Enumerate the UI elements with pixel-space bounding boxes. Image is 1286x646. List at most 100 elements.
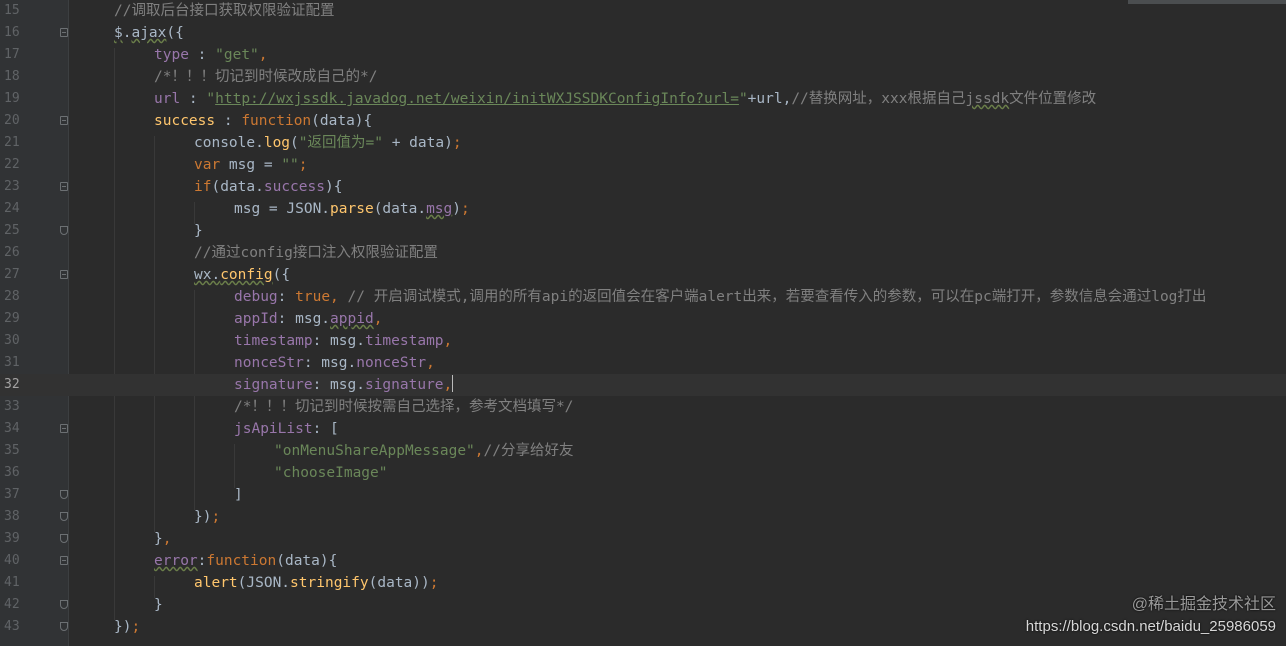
- code-line[interactable]: 20 success : function(data){: [0, 110, 1286, 132]
- function-name: log: [263, 135, 291, 151]
- line-number: 33: [4, 399, 20, 414]
- code-line[interactable]: 37 ]: [0, 484, 1286, 506]
- property: success: [263, 179, 325, 195]
- punct: (: [290, 135, 299, 151]
- code-line[interactable]: 17 type : "get",: [0, 44, 1286, 66]
- keyword: function: [206, 553, 277, 569]
- function-name: alert: [194, 575, 238, 591]
- punct: ,: [443, 333, 453, 349]
- code-line[interactable]: 25 }: [0, 220, 1286, 242]
- code-line[interactable]: 28 debug: true, // 开启调试模式,调用的所有api的返回值会在…: [0, 286, 1286, 308]
- line-number: 31: [4, 355, 20, 370]
- code-line[interactable]: 18 /*！！！切记到时候改成自己的*/: [0, 66, 1286, 88]
- code-line[interactable]: 24 msg = JSON.parse(data.msg);: [0, 198, 1286, 220]
- property: type: [154, 47, 189, 63]
- code-line[interactable]: 30 timestamp: msg.timestamp,: [0, 330, 1286, 352]
- code-line[interactable]: 33 /*！！！切记到时候按需自己选择，参考文档填写*/: [0, 396, 1286, 418]
- code-text: (data)): [368, 575, 430, 591]
- punct: ;: [131, 619, 141, 635]
- fold-end-icon[interactable]: [60, 622, 68, 631]
- fold-end-icon[interactable]: [60, 226, 68, 235]
- identifier: wx.: [194, 267, 221, 283]
- line-number: 18: [4, 69, 20, 84]
- code-line[interactable]: 22 var msg = "";: [0, 154, 1286, 176]
- punct: :: [277, 289, 296, 305]
- keyword: function: [241, 113, 312, 129]
- url-link[interactable]: http://wxjssdk.javadog.net/weixin/initWX…: [215, 91, 739, 107]
- line-number: 39: [4, 531, 20, 546]
- string: "返回值为=": [298, 135, 383, 151]
- watermark-brand: @稀土掘金技术社区: [1131, 596, 1276, 613]
- code-line[interactable]: 31 nonceStr: msg.nonceStr,: [0, 352, 1286, 374]
- function-name: config: [220, 267, 273, 283]
- code-editor[interactable]: 15 //调取后台接口获取权限验证配置 16 $.ajax({ 17 type …: [0, 0, 1286, 646]
- fold-collapse-icon[interactable]: [60, 556, 68, 565]
- punct: ]: [234, 487, 243, 503]
- line-number: 34: [4, 421, 20, 436]
- code-line[interactable]: 16 $.ajax({: [0, 22, 1286, 44]
- property: jsApiList: [234, 421, 313, 437]
- property: nonceStr: [234, 355, 304, 371]
- code-text: (data.: [373, 201, 427, 217]
- code-line[interactable]: 34 jsApiList: [: [0, 418, 1286, 440]
- code-line[interactable]: 29 appId: msg.appid,: [0, 308, 1286, 330]
- string: "get": [215, 47, 259, 63]
- line-number: 42: [4, 597, 20, 612]
- line-number: 30: [4, 333, 20, 348]
- fold-collapse-icon[interactable]: [60, 116, 68, 125]
- punct: ,: [330, 289, 348, 305]
- code-line[interactable]: 36 "chooseImage": [0, 462, 1286, 484]
- property: debug: [234, 289, 278, 305]
- function-name: ajax: [131, 25, 167, 41]
- string: "": [281, 157, 299, 173]
- code-text: (data){: [276, 553, 338, 569]
- comment: //替换网址，xxx根据自己: [791, 91, 966, 107]
- property: error: [154, 553, 198, 569]
- line-number: 21: [4, 135, 20, 150]
- punct: }: [154, 531, 163, 547]
- string: ": [206, 91, 216, 107]
- fold-collapse-icon[interactable]: [60, 424, 68, 433]
- identifier: $: [114, 25, 123, 41]
- fold-collapse-icon[interactable]: [60, 270, 68, 279]
- fold-collapse-icon[interactable]: [60, 28, 68, 37]
- line-number: 16: [4, 25, 20, 40]
- line-number: 36: [4, 465, 20, 480]
- fold-end-icon[interactable]: [60, 534, 68, 543]
- code-line[interactable]: 39 },: [0, 528, 1286, 550]
- function-name: stringify: [290, 575, 369, 591]
- fold-collapse-icon[interactable]: [60, 182, 68, 191]
- code-text: + data): [382, 135, 453, 151]
- property: timestamp: [234, 333, 313, 349]
- fold-end-icon[interactable]: [60, 490, 68, 499]
- fold-end-icon[interactable]: [60, 512, 68, 521]
- comment: //分享给好友: [483, 443, 574, 459]
- code-line-current[interactable]: 32 signature: msg.signature,: [0, 374, 1286, 396]
- property: msg: [426, 201, 453, 217]
- punct: ,: [443, 377, 453, 393]
- punct: ({: [166, 25, 184, 41]
- property: success: [154, 113, 216, 129]
- punct: :: [215, 113, 242, 129]
- fold-end-icon[interactable]: [60, 600, 68, 609]
- property: signature: [364, 377, 444, 393]
- code-line[interactable]: 27 wx.config({: [0, 264, 1286, 286]
- punct: }): [194, 509, 212, 525]
- code-line[interactable]: 23 if(data.success){: [0, 176, 1286, 198]
- code-line[interactable]: 19 url : "http://wxjssdk.javadog.net/wei…: [0, 88, 1286, 110]
- code-line[interactable]: 15 //调取后台接口获取权限验证配置: [0, 0, 1286, 22]
- code-line[interactable]: 41 alert(JSON.stringify(data));: [0, 572, 1286, 594]
- code-text: msg = JSON.: [234, 201, 331, 217]
- punct: }: [194, 223, 203, 239]
- code-text: : msg.: [312, 377, 365, 393]
- punct: ;: [211, 509, 221, 525]
- comment: /*！！！切记到时候改成自己的*/: [154, 69, 378, 85]
- code-line[interactable]: 26 //通过config接口注入权限验证配置: [0, 242, 1286, 264]
- code-line[interactable]: 35 "onMenuShareAppMessage",//分享给好友: [0, 440, 1286, 462]
- code-text: : msg.: [277, 311, 331, 327]
- punct: ): [452, 201, 462, 217]
- code-line[interactable]: 38 });: [0, 506, 1286, 528]
- code-text: (data.: [211, 179, 264, 195]
- code-line[interactable]: 21 console.log("返回值为=" + data);: [0, 132, 1286, 154]
- code-line[interactable]: 40 error:function(data){: [0, 550, 1286, 572]
